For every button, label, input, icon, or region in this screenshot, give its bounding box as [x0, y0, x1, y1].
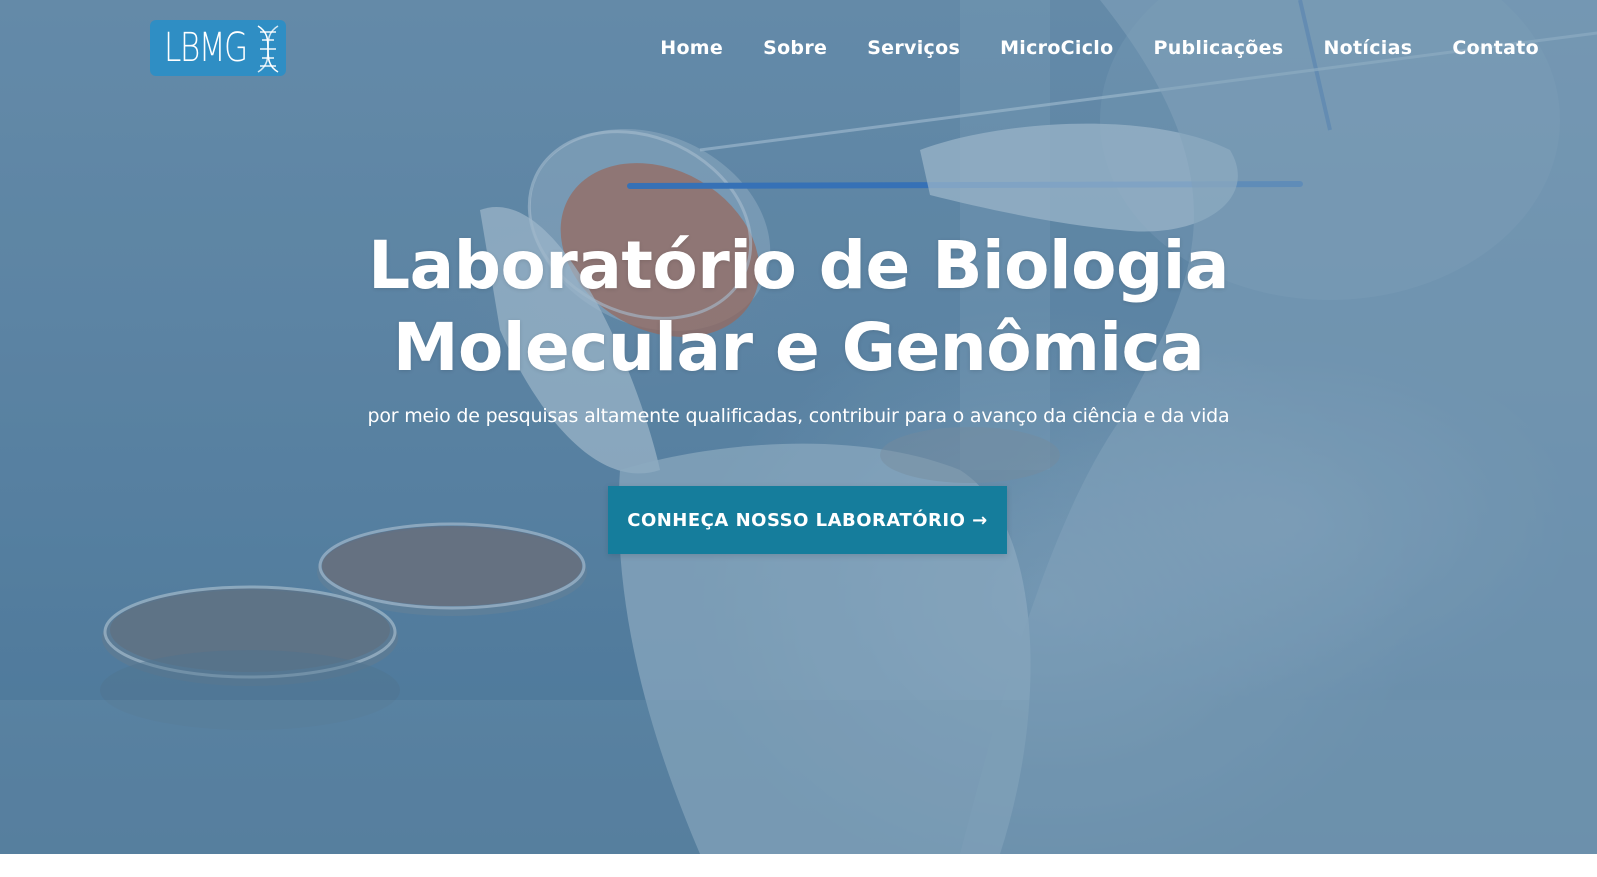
page-bottom-edge: [0, 854, 1597, 877]
hero-title: Laboratório de Biologia Molecular e Genô…: [0, 225, 1597, 389]
nav-sobre[interactable]: Sobre: [763, 34, 827, 62]
hero-section: LBMG Home Sobre Serviços MicroCiclo Publ…: [0, 0, 1597, 854]
hero-title-line-2: Molecular e Genômica: [392, 309, 1205, 386]
hero-subtitle: por meio de pesquisas altamente qualific…: [367, 405, 1230, 427]
dna-helix-icon: [257, 25, 279, 73]
hero-title-line-1: Laboratório de Biologia: [368, 227, 1229, 304]
discover-lab-button[interactable]: CONHEÇA NOSSO LABORATÓRIO →: [608, 486, 1007, 554]
main-navigation: Home Sobre Serviços MicroCiclo Publicaçõ…: [620, 34, 1539, 62]
nav-publicacoes[interactable]: Publicações: [1153, 34, 1283, 62]
nav-home[interactable]: Home: [660, 34, 723, 62]
nav-microciclo[interactable]: MicroCiclo: [1000, 34, 1113, 62]
hero-content: Laboratório de Biologia Molecular e Genô…: [0, 225, 1597, 429]
nav-noticias[interactable]: Notícias: [1323, 34, 1412, 62]
nav-servicos[interactable]: Serviços: [867, 34, 960, 62]
logo-text: LBMG: [164, 25, 248, 71]
site-logo[interactable]: LBMG: [150, 18, 286, 78]
nav-contato[interactable]: Contato: [1452, 34, 1539, 62]
